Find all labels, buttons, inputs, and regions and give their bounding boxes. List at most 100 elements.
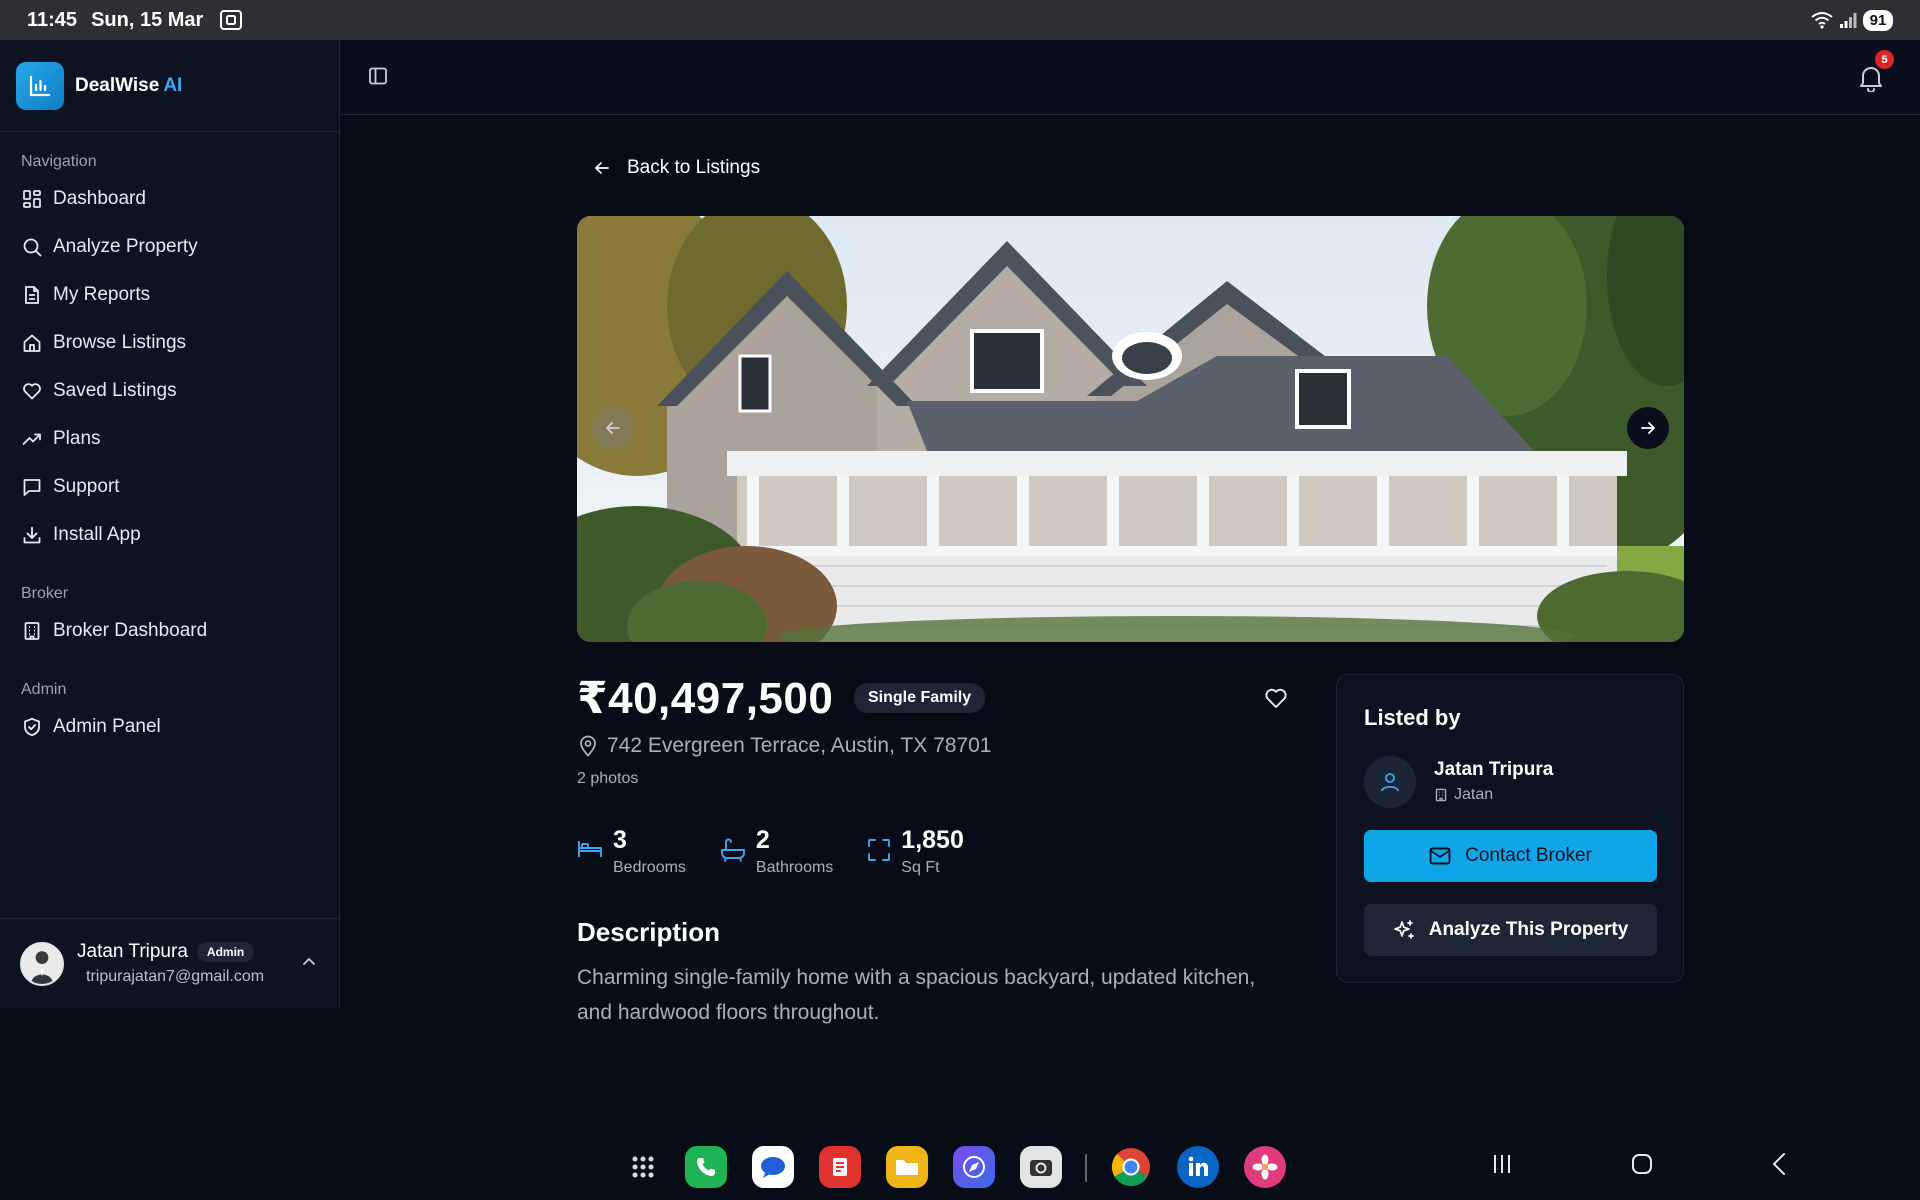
download-icon: [21, 524, 43, 546]
user-email: tripurajatan7@gmail.com: [86, 968, 265, 985]
sidebar-item-label: Plans: [53, 428, 101, 449]
browser-icon[interactable]: [953, 1146, 995, 1188]
sidebar-item-label: Support: [53, 476, 120, 497]
trending-up-icon: [21, 428, 43, 450]
app-drawer-icon[interactable]: [622, 1146, 664, 1188]
battery-indicator: 91: [1863, 9, 1893, 31]
stat-bathrooms: 2 Bathrooms: [720, 826, 833, 877]
next-photo-button[interactable]: [1627, 407, 1669, 449]
area-icon: [867, 838, 891, 862]
brand-name: DealWise AI: [75, 74, 183, 96]
sidebar-item-label: Install App: [53, 524, 141, 545]
screenshot-icon: [219, 9, 243, 31]
status-bar: 11:45 Sun, 15 Mar 91: [0, 0, 1920, 40]
sidebar: DealWise AI Navigation Dashboard Analyze …: [0, 40, 340, 1008]
bath-icon: [720, 838, 746, 862]
user-menu[interactable]: Jatan Tripura Admin tripurajatan7@gmail.…: [0, 918, 339, 1008]
phone-icon[interactable]: [685, 1146, 727, 1188]
sidebar-item-dashboard[interactable]: Dashboard: [0, 175, 339, 223]
section-title: Admin: [21, 681, 67, 698]
sparkles-icon: [1393, 919, 1415, 941]
camera-icon[interactable]: [1020, 1146, 1062, 1188]
nav-section-admin: Admin Admin Panel: [0, 681, 339, 751]
stat-value: 2: [755, 826, 770, 854]
stat-value: 3: [613, 826, 627, 854]
sidebar-item-label: Browse Listings: [53, 332, 187, 353]
back-button[interactable]: [1768, 1152, 1792, 1176]
files-icon[interactable]: [886, 1146, 928, 1188]
sidebar-item-label: Admin Panel: [53, 716, 161, 737]
stat-label: Sq Ft: [901, 859, 940, 876]
analyze-property-button[interactable]: Analyze This Property: [1364, 904, 1657, 956]
arrow-right-icon: [1641, 422, 1655, 434]
mail-icon: [1429, 847, 1451, 865]
previous-photo-button[interactable]: [592, 407, 634, 449]
stat-label: Bathrooms: [755, 859, 834, 876]
gallery-icon[interactable]: [1244, 1146, 1286, 1188]
save-listing-button[interactable]: [1264, 686, 1288, 710]
section-title: Navigation: [21, 153, 97, 170]
sidebar-item-browse-listings[interactable]: Browse Listings: [0, 319, 339, 367]
contact-broker-button[interactable]: Contact Broker: [1364, 830, 1657, 882]
home-button[interactable]: [1630, 1152, 1654, 1176]
stat-square-feet: 1,850 Sq Ft: [867, 826, 964, 877]
home-icon: [21, 332, 43, 354]
section-title: Broker: [21, 585, 69, 602]
contact-broker-label: Contact Broker: [1465, 845, 1592, 866]
description-text: Charming single-family home with a spaci…: [577, 966, 1256, 1024]
bed-icon: [577, 838, 603, 860]
map-pin-icon: [578, 735, 598, 757]
signal-icon: [1839, 12, 1857, 28]
shield-check-icon: [21, 716, 43, 738]
search-icon: [21, 236, 43, 258]
document-icon: [21, 284, 43, 306]
broker-name: Jatan Tripura: [1434, 759, 1554, 780]
sidebar-item-plans[interactable]: Plans: [0, 415, 339, 463]
card-title: Listed by: [1364, 705, 1461, 730]
status-time: 11:45: [27, 8, 78, 31]
address-text: 742 Evergreen Terrace, Austin, TX 78701: [607, 734, 992, 757]
messages-icon[interactable]: [752, 1146, 794, 1188]
back-label: Back to Listings: [627, 157, 761, 178]
sidebar-item-broker-dashboard[interactable]: Broker Dashboard: [0, 607, 339, 655]
back-to-listings-link[interactable]: Back to Listings: [592, 157, 760, 179]
chat-icon: [21, 476, 43, 498]
linkedin-icon[interactable]: [1177, 1146, 1219, 1188]
chrome-icon[interactable]: [1110, 1146, 1152, 1188]
sidebar-item-install-app[interactable]: Install App: [0, 511, 339, 559]
listed-by-card: Listed by Jatan Tripura Jatan Contact Br…: [1336, 674, 1684, 983]
property-photo-carousel[interactable]: [577, 216, 1684, 642]
sidebar-item-label: My Reports: [53, 284, 151, 305]
sidebar-item-my-reports[interactable]: My Reports: [0, 271, 339, 319]
sidebar-toggle-icon[interactable]: [368, 66, 388, 86]
analyze-property-label: Analyze This Property: [1428, 919, 1629, 940]
stat-label: Bedrooms: [613, 859, 686, 876]
user-name: Jatan Tripura: [77, 941, 188, 962]
nav-section-navigation: Navigation Dashboard Analyze Property My…: [0, 153, 339, 559]
sidebar-item-label: Broker Dashboard: [53, 620, 208, 641]
arrow-left-icon: [592, 158, 612, 178]
sidebar-item-admin-panel[interactable]: Admin Panel: [0, 703, 339, 751]
sidebar-item-saved-listings[interactable]: Saved Listings: [0, 367, 339, 415]
role-badge: Admin: [196, 942, 255, 962]
dock-separator: [1085, 1154, 1087, 1182]
property-type-badge: Single Family: [854, 683, 986, 713]
dashboard-icon: [21, 188, 43, 210]
building-icon: [1434, 788, 1448, 802]
building-icon: [21, 620, 43, 642]
chevron-up-icon[interactable]: [301, 954, 317, 970]
bar-chart-icon: [16, 61, 64, 110]
sidebar-item-analyze-property[interactable]: Analyze Property: [0, 223, 339, 271]
user-icon: [1364, 756, 1416, 808]
arrow-left-icon: [606, 422, 620, 434]
sidebar-item-support[interactable]: Support: [0, 463, 339, 511]
notes-icon[interactable]: [819, 1146, 861, 1188]
sidebar-item-label: Analyze Property: [53, 236, 198, 257]
description-heading: Description: [577, 917, 721, 947]
stat-bedrooms: 3 Bedrooms: [577, 826, 686, 877]
taskbar: [0, 1130, 1920, 1200]
brand[interactable]: DealWise AI: [0, 40, 339, 132]
photo-count: 2 photos: [577, 770, 639, 787]
recent-apps-button[interactable]: [1490, 1152, 1514, 1176]
nav-section-broker: Broker Broker Dashboard: [0, 585, 339, 655]
